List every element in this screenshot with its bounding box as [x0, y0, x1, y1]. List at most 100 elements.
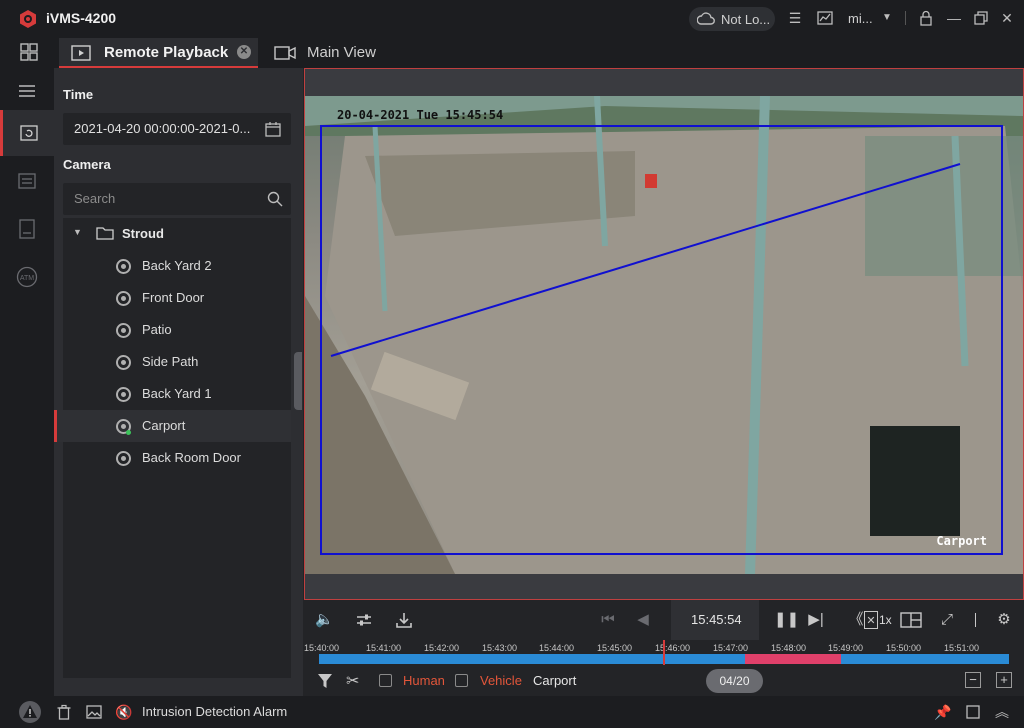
- rail-playback[interactable]: [0, 110, 54, 156]
- time-range-field[interactable]: 2021-04-20 00:00:00-2021-0...: [63, 113, 291, 145]
- fullscreen-icon[interactable]: ⤢: [938, 611, 956, 629]
- filter-icon[interactable]: [317, 673, 333, 689]
- mute-icon[interactable]: 🔇: [115, 704, 132, 720]
- menu-toggle[interactable]: [0, 68, 54, 114]
- tree-group-stroud[interactable]: ▼ Stroud: [63, 218, 291, 250]
- playback-rail-icon: [19, 125, 38, 141]
- speed-close-icon[interactable]: ✕: [864, 611, 878, 629]
- camera-dot-icon: [116, 291, 131, 306]
- timeline-cursor[interactable]: [663, 640, 665, 665]
- camera-label: Back Yard 2: [142, 258, 212, 273]
- document-icon: [18, 173, 36, 189]
- user-menu[interactable]: mi...: [848, 11, 873, 26]
- clip-scissors-icon[interactable]: ✂: [346, 671, 359, 691]
- search-icon[interactable]: [267, 191, 283, 207]
- timeline-tick-label: 15:51:00: [944, 643, 980, 653]
- camera-item[interactable]: Back Yard 2: [63, 250, 291, 282]
- group-label: Stroud: [122, 226, 164, 241]
- human-label: Human: [403, 673, 445, 688]
- lock-icon[interactable]: [918, 10, 934, 26]
- monitor-chart-icon[interactable]: [817, 10, 833, 26]
- camera-search-field[interactable]: Search: [63, 183, 291, 215]
- timeline-tick-label: 15:43:00: [482, 643, 518, 653]
- previous-frame-icon[interactable]: ⏮: [599, 611, 617, 629]
- search-input[interactable]: Search: [74, 191, 254, 206]
- download-icon[interactable]: [395, 611, 413, 629]
- camera-dot-icon: [116, 355, 131, 370]
- tab-close-icon[interactable]: ✕: [237, 45, 251, 59]
- timeline-tick-label: 15:47:00: [713, 643, 749, 653]
- camera-item[interactable]: Back Yard 1: [63, 378, 291, 410]
- rail-storage[interactable]: [0, 206, 54, 252]
- camera-item[interactable]: Patio: [63, 314, 291, 346]
- current-time-box: 15:45:54: [671, 600, 759, 640]
- expand-caret-icon[interactable]: ▼: [73, 227, 82, 237]
- tab-bar: Remote Playback ✕ Main View: [0, 36, 1024, 68]
- cloud-status-label: Not Lo...: [721, 11, 771, 27]
- minimize-icon[interactable]: —: [946, 10, 962, 26]
- speed-label: 1x: [879, 613, 892, 627]
- close-icon[interactable]: ✕: [999, 10, 1015, 26]
- event-segment[interactable]: [745, 654, 841, 664]
- pin-icon[interactable]: 📌: [934, 704, 951, 720]
- camera-label: Side Path: [142, 354, 199, 369]
- settings-gear-icon[interactable]: ⚙: [995, 611, 1013, 629]
- timeline-tick-label: 15:41:00: [366, 643, 402, 653]
- adjust-icon[interactable]: [355, 611, 373, 629]
- filter-bar: ✂ Human Vehicle Carport 04/20 − +: [304, 667, 1024, 696]
- human-checkbox[interactable]: [379, 674, 392, 687]
- list-icon[interactable]: ☰: [787, 10, 803, 26]
- camera-label: Carport: [142, 418, 186, 433]
- camera-item[interactable]: Front Door: [63, 282, 291, 314]
- grid-menu-icon[interactable]: [20, 43, 38, 61]
- cloud-status-button[interactable]: Not Lo...: [689, 7, 775, 31]
- vehicle-checkbox[interactable]: [455, 674, 468, 687]
- svg-text:ATM: ATM: [20, 275, 34, 282]
- video-viewer[interactable]: 20-04-2021 Tue 15:45:54 Carport: [304, 68, 1024, 600]
- restore-icon[interactable]: [973, 10, 989, 26]
- timeline-tick-label: 15:46:00: [655, 643, 691, 653]
- tab-remote-playback[interactable]: Remote Playback ✕: [59, 38, 258, 68]
- camera-item-selected[interactable]: Carport: [54, 410, 291, 442]
- left-rail: ATM: [0, 68, 54, 696]
- app-logo-icon: [20, 10, 36, 28]
- rail-event-search[interactable]: [0, 158, 54, 204]
- timeline-tick-label: 15:49:00: [828, 643, 864, 653]
- playback-controls: 🔈 ⏮ ◀ 15:45:54 ❚❚ ▶| 《 ✕ 1x ⤢ ⚙: [304, 600, 1024, 640]
- current-time: 15:45:54: [691, 612, 742, 627]
- camera-item[interactable]: Side Path: [63, 346, 291, 378]
- trash-icon[interactable]: [56, 704, 72, 720]
- divider: [975, 613, 976, 627]
- collapse-up-icon[interactable]: ︽: [994, 704, 1010, 720]
- rail-atm[interactable]: ATM: [0, 254, 54, 300]
- maximize-square-icon[interactable]: [965, 704, 981, 720]
- timeline-tick-label: 15:45:00: [597, 643, 633, 653]
- online-indicator-icon: [126, 430, 131, 435]
- reverse-icon[interactable]: ◀: [634, 611, 652, 629]
- app-title: iVMS-4200: [46, 10, 117, 26]
- camera-section-title: Camera: [63, 157, 111, 172]
- next-frame-icon[interactable]: ▶|: [807, 611, 825, 629]
- atm-icon: ATM: [16, 266, 38, 288]
- volume-icon[interactable]: 🔈: [315, 611, 334, 629]
- divider: [905, 11, 906, 25]
- timeline[interactable]: 15:40:00 15:41:00 15:42:00 15:43:00 15:4…: [304, 640, 1024, 667]
- chevron-down-icon[interactable]: ▼: [879, 10, 895, 26]
- playback-icon: [71, 45, 91, 61]
- time-section-title: Time: [63, 87, 94, 102]
- zoom-out-button[interactable]: −: [965, 672, 981, 688]
- camera-item[interactable]: Back Room Door: [63, 442, 291, 474]
- warning-icon[interactable]: [18, 700, 42, 724]
- zoom-in-button[interactable]: +: [996, 672, 1012, 688]
- panel-collapse-handle[interactable]: [294, 352, 302, 410]
- alarm-text: Intrusion Detection Alarm: [142, 704, 288, 719]
- filter-camera-name: Carport: [533, 673, 577, 688]
- image-icon[interactable]: [86, 704, 102, 720]
- video-scene: [305, 96, 1023, 574]
- camera-dot-icon: [116, 323, 131, 338]
- camera-icon: [274, 46, 296, 60]
- pause-icon[interactable]: ❚❚: [774, 611, 799, 629]
- calendar-icon[interactable]: [265, 121, 281, 137]
- page-indicator[interactable]: 04/20: [706, 669, 763, 693]
- layout-icon[interactable]: [900, 611, 922, 629]
